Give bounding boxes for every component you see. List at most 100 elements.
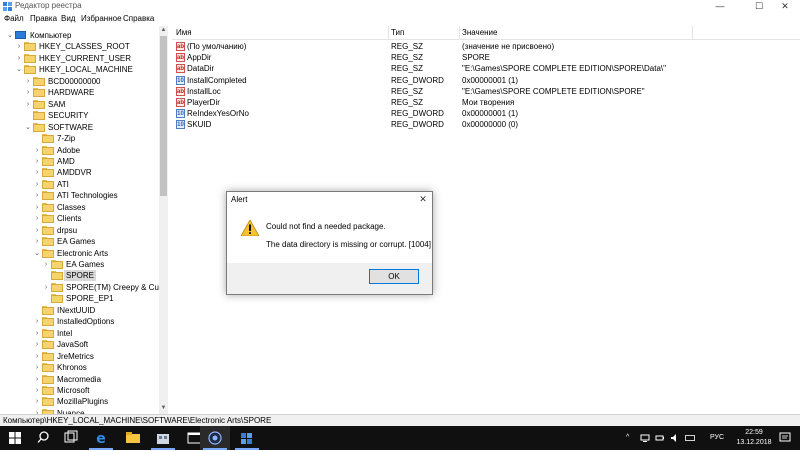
tree-expander-icon[interactable]: › <box>33 339 41 350</box>
tree-expander-icon[interactable]: › <box>33 374 41 385</box>
reg-string-icon: ab <box>176 64 185 74</box>
tree-expander-icon[interactable]: › <box>33 351 41 362</box>
column-header-value[interactable]: Значение <box>462 28 497 37</box>
taskbar-task-view-button[interactable] <box>56 426 86 450</box>
network-icon[interactable] <box>640 433 650 443</box>
registry-value-row[interactable]: ab DataDir REG_SZ "E:\Games\SPORE COMPLETE … <box>172 63 800 74</box>
column-divider[interactable] <box>692 26 693 40</box>
registry-value-row[interactable]: ab (По умолчанию) REG_SZ (значение не присв… <box>172 41 800 52</box>
tree-expander-icon[interactable] <box>42 293 50 304</box>
tree-expander-icon[interactable]: › <box>33 385 41 396</box>
menu-view[interactable]: Вид <box>61 14 75 23</box>
computer-icon <box>15 31 26 39</box>
folder-icon <box>51 260 63 269</box>
registry-value-row[interactable]: ab InstallLoc REG_SZ "E:\Games\SPORE COMPLE… <box>172 86 800 97</box>
folder-icon <box>33 76 45 86</box>
tree-scroll-down-arrow[interactable]: ▼ <box>159 404 168 413</box>
tree-node-label: SPORE <box>64 270 97 282</box>
taskbar: e ^ РУС 22:59 13.12.2018 <box>0 426 800 450</box>
tree-scroll-up-arrow[interactable]: ▲ <box>159 26 168 35</box>
tree-node-label: JreMetrics <box>57 351 94 361</box>
folder-icon <box>42 340 54 350</box>
registry-value-row[interactable]: 10 ReIndexYesOrNo REG_DWORD 0x00000001 (1) <box>172 108 800 119</box>
tree-expander-icon[interactable]: › <box>33 396 41 407</box>
tree-expander-icon[interactable]: › <box>33 316 41 327</box>
folder-icon <box>42 363 54 373</box>
tree-expander-icon[interactable]: › <box>15 53 23 64</box>
registry-value-row[interactable]: 10 SKUID REG_DWORD 0x00000000 (0) <box>172 119 800 130</box>
tree-expander-icon[interactable]: › <box>33 167 41 178</box>
tree-expander-icon[interactable]: › <box>33 156 41 167</box>
tree-expander-icon[interactable]: › <box>24 87 32 98</box>
column-divider[interactable] <box>388 26 389 40</box>
tree-expander-icon[interactable]: › <box>33 362 41 373</box>
column-header-name[interactable]: Имя <box>176 28 192 37</box>
list-header: Имя Тип Значение <box>172 26 800 40</box>
tree-node-label: drpsu <box>57 225 78 235</box>
menu-file[interactable]: Файл <box>4 14 24 23</box>
menu-favorites[interactable]: Избранное <box>81 14 122 23</box>
ok-button[interactable]: OK <box>369 269 419 284</box>
battery-icon[interactable] <box>655 433 665 443</box>
folder-icon <box>42 134 54 144</box>
value-name: AppDir <box>187 53 212 63</box>
column-divider[interactable] <box>459 26 460 40</box>
search-icon <box>37 431 49 443</box>
store-icon <box>157 434 169 444</box>
value-name: DataDir <box>187 64 215 74</box>
clock-time[interactable]: 22:59 <box>739 429 769 436</box>
registry-tree[interactable]: ⌄ Компьютер › HKEY_CLASSES_ROOT › HKEY_CURREN… <box>0 26 168 414</box>
tree-expander-icon[interactable] <box>42 270 50 281</box>
tree-expander-icon[interactable]: › <box>33 202 41 213</box>
alert-dialog: Alert ✕ Could not find a needed package.… <box>226 191 433 295</box>
keyboard-icon[interactable] <box>685 433 695 443</box>
tree-expander-icon[interactable]: › <box>42 282 50 293</box>
clock-date[interactable]: 13.12.2018 <box>735 439 773 446</box>
tree-expander-icon[interactable]: ⌄ <box>24 122 32 133</box>
close-window-button[interactable]: ✕ <box>770 0 800 13</box>
tree-expander-icon[interactable]: ⌄ <box>6 30 14 41</box>
value-type: REG_SZ <box>391 86 424 96</box>
windows-start-icon[interactable] <box>9 432 21 444</box>
tree-expander-icon[interactable] <box>33 133 41 144</box>
tree-expander-icon[interactable]: › <box>24 99 32 110</box>
tree-expander-icon[interactable] <box>33 305 41 316</box>
folder-icon <box>42 317 54 327</box>
tree-expander-icon[interactable]: › <box>24 76 32 87</box>
taskbar-spore-button[interactable] <box>200 426 230 450</box>
tree-node-label: SPORE_EP1 <box>66 294 114 304</box>
tree-expander-icon[interactable]: › <box>33 225 41 236</box>
taskbar-store-button[interactable] <box>148 426 178 450</box>
column-header-type[interactable]: Тип <box>391 28 404 37</box>
tree-node-label: InstalledOptions <box>57 317 115 327</box>
taskbar-explorer-button[interactable] <box>118 426 148 450</box>
tree-scroll-thumb[interactable] <box>160 36 167 196</box>
tree-expander-icon[interactable]: › <box>33 328 41 339</box>
tray-overflow-chevron[interactable]: ^ <box>626 434 629 441</box>
folder-icon <box>42 168 54 178</box>
input-language[interactable]: РУС <box>710 434 724 441</box>
menu-help[interactable]: Справка <box>123 14 154 23</box>
tree-expander-icon[interactable]: › <box>33 190 41 201</box>
registry-value-row[interactable]: 10 InstallCompleted REG_DWORD 0x00000001 (1… <box>172 75 800 86</box>
taskbar-regedit-button[interactable] <box>232 426 262 450</box>
registry-value-row[interactable]: ab AppDir REG_SZ SPORE <box>172 52 800 63</box>
tree-expander-icon[interactable]: ⌄ <box>33 248 41 259</box>
tree-expander-icon[interactable]: › <box>42 259 50 270</box>
registry-value-row[interactable]: ab PlayerDir REG_SZ Мои творения <box>172 97 800 108</box>
tree-node-label: INextUUID <box>57 305 96 315</box>
tree-expander-icon[interactable]: ⌄ <box>15 64 23 75</box>
tree-expander-icon[interactable]: › <box>15 41 23 52</box>
minimize-button[interactable]: — <box>702 0 738 13</box>
taskbar-edge-button[interactable]: e <box>86 426 116 450</box>
tree-expander-icon[interactable]: › <box>33 179 41 190</box>
tree-expander-icon[interactable] <box>24 110 32 121</box>
dialog-close-button[interactable]: ✕ <box>415 193 431 205</box>
taskbar-search-button[interactable] <box>28 426 58 450</box>
menu-edit[interactable]: Правка <box>30 14 57 23</box>
volume-icon[interactable] <box>670 433 680 443</box>
tree-expander-icon[interactable]: › <box>33 213 41 224</box>
tree-expander-icon[interactable]: › <box>33 236 41 247</box>
tree-expander-icon[interactable]: › <box>33 145 41 156</box>
notifications-icon[interactable] <box>779 432 791 444</box>
